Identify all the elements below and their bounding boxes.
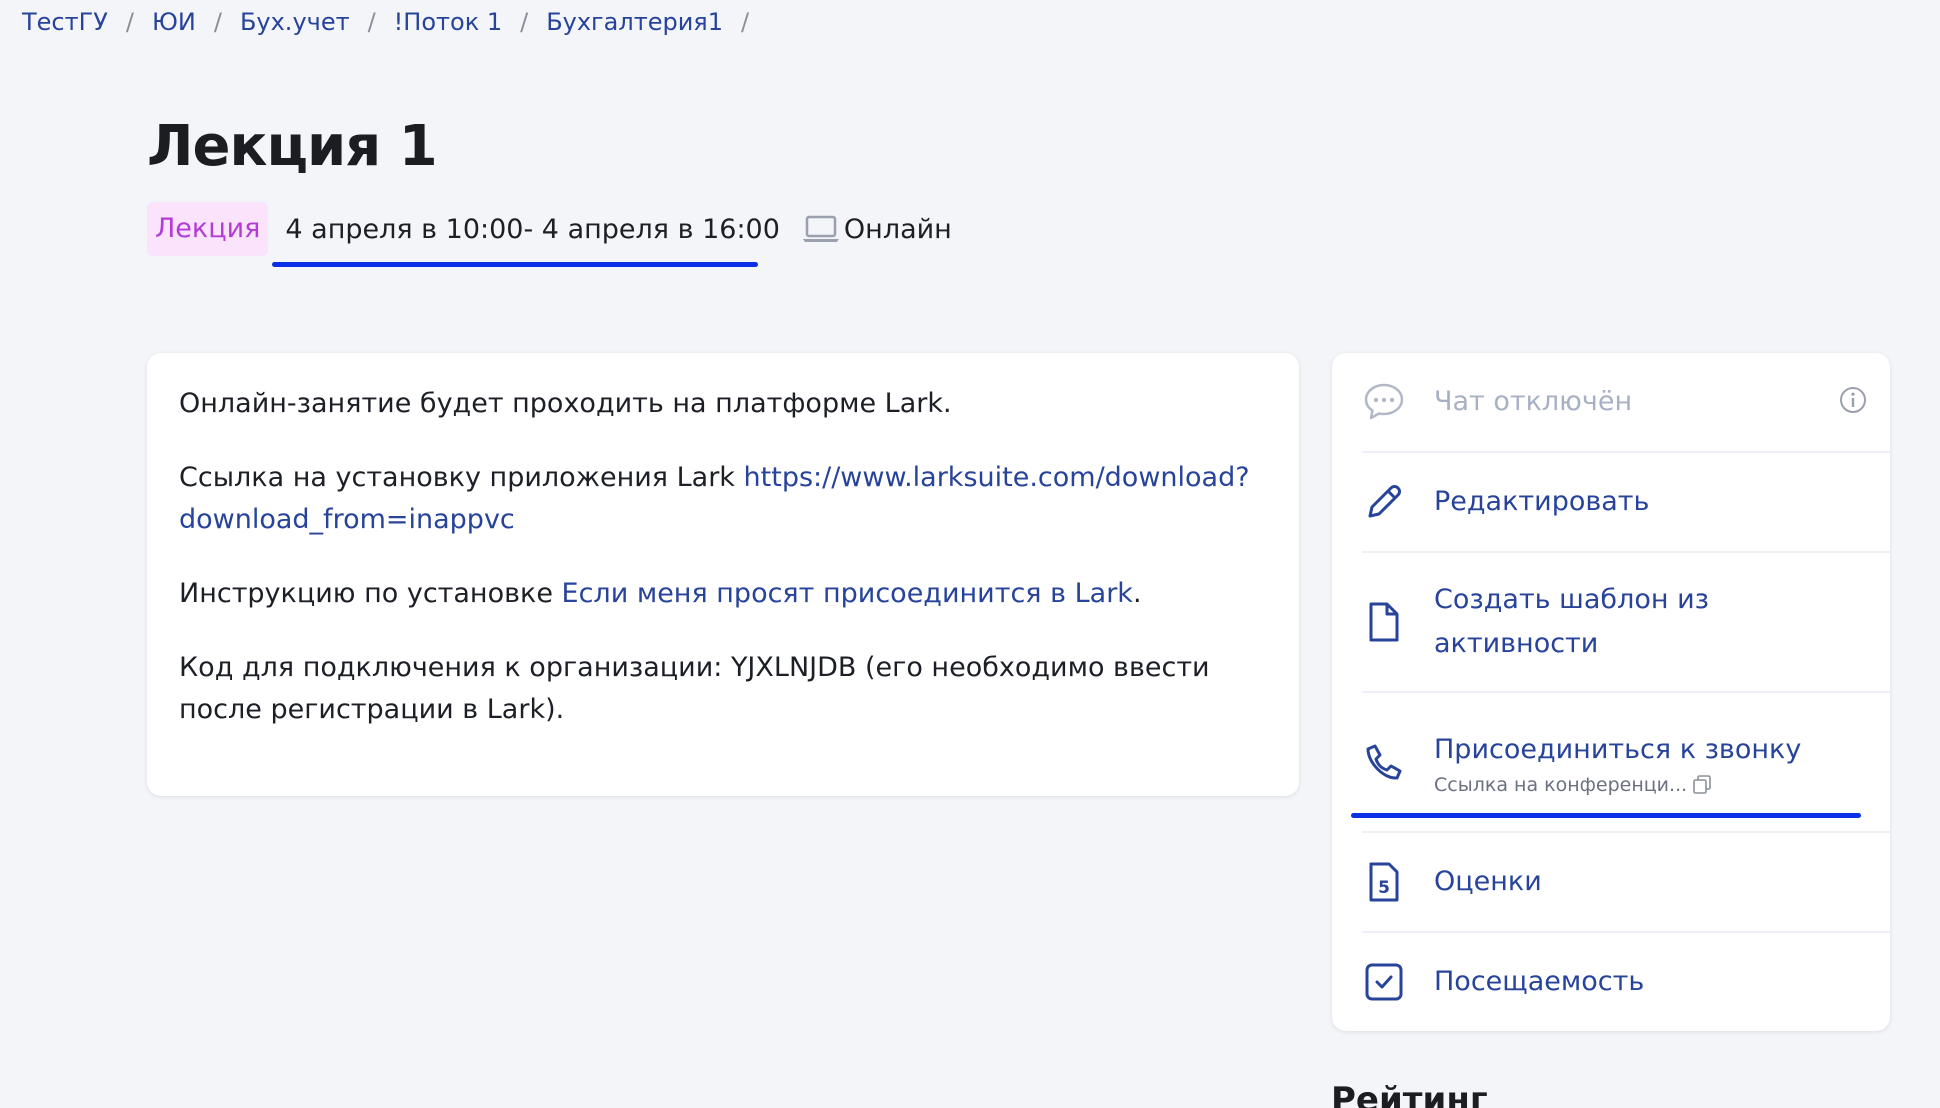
grades-button[interactable]: 5 Оценки bbox=[1362, 833, 1890, 933]
actions-panel: Чат отключён Редактировать Создать шабло… bbox=[1332, 353, 1890, 1031]
conference-link-text: Ссылка на конференци... bbox=[1434, 774, 1688, 796]
edit-button[interactable]: Редактировать bbox=[1362, 453, 1890, 553]
join-call-button[interactable]: Присоединиться к звонку Ссылка на конфер… bbox=[1362, 693, 1890, 833]
dates-annotation-underline bbox=[272, 262, 758, 267]
grade-file-icon: 5 bbox=[1362, 860, 1406, 904]
description-paragraph: Инструкцию по установке Если меня просят… bbox=[179, 573, 1267, 615]
description-text: Инструкцию по установке bbox=[179, 578, 562, 609]
description-card: Онлайн-занятие будет проходить на платфо… bbox=[147, 353, 1299, 796]
chat-disabled-item: Чат отключён bbox=[1362, 353, 1890, 453]
info-icon[interactable] bbox=[1838, 385, 1868, 419]
breadcrumb-separator: / bbox=[741, 8, 750, 36]
breadcrumb: ТестГУ / ЮИ / Бух.учет / !Поток 1 / Бухг… bbox=[22, 8, 767, 36]
create-template-label: Создать шаблон из активности bbox=[1434, 584, 1709, 659]
create-template-button[interactable]: Создать шаблон из активности bbox=[1362, 553, 1890, 693]
conference-link-preview: Ссылка на конференци... bbox=[1434, 774, 1801, 796]
attendance-label: Посещаемость bbox=[1434, 966, 1645, 997]
checkbox-icon bbox=[1362, 960, 1406, 1004]
breadcrumb-item[interactable]: ТестГУ bbox=[22, 8, 108, 36]
call-annotation-underline bbox=[1351, 813, 1861, 818]
description-paragraph: Онлайн-занятие будет проходить на платфо… bbox=[179, 388, 952, 419]
type-badge: Лекция bbox=[147, 202, 269, 256]
breadcrumb-separator: / bbox=[213, 8, 222, 36]
attendance-button[interactable]: Посещаемость bbox=[1362, 933, 1890, 1031]
event-meta: Лекция 4 апреля в 10:00- 4 апреля в 16:0… bbox=[147, 202, 952, 256]
breadcrumb-item[interactable]: !Поток 1 bbox=[394, 8, 502, 36]
copy-icon[interactable] bbox=[1691, 774, 1713, 796]
svg-text:5: 5 bbox=[1378, 878, 1390, 898]
chat-bubble-icon bbox=[1362, 380, 1406, 424]
instruction-link[interactable]: Если меня просят присоединится в Lark bbox=[562, 578, 1133, 609]
chat-status-label: Чат отключён bbox=[1434, 386, 1633, 417]
event-format: Онлайн bbox=[843, 213, 952, 245]
grades-label: Оценки bbox=[1434, 866, 1542, 897]
breadcrumb-separator: / bbox=[367, 8, 376, 36]
join-call-label: Присоединиться к звонку bbox=[1434, 734, 1802, 765]
breadcrumb-item[interactable]: ЮИ bbox=[152, 8, 196, 36]
description-text: Ссылка на установку приложения Lark bbox=[179, 462, 744, 493]
pencil-icon bbox=[1362, 480, 1406, 524]
phone-icon bbox=[1362, 740, 1406, 784]
breadcrumb-item[interactable]: Бух.учет bbox=[240, 8, 350, 36]
breadcrumb-item[interactable]: Бухгалтерия1 bbox=[546, 8, 723, 36]
laptop-icon bbox=[802, 214, 840, 244]
description-text: . bbox=[1132, 578, 1142, 609]
description-paragraph: Ссылка на установку приложения Lark http… bbox=[179, 457, 1267, 541]
edit-label: Редактировать bbox=[1434, 486, 1650, 517]
breadcrumb-separator: / bbox=[125, 8, 134, 36]
rating-heading: Рейтинг bbox=[1331, 1080, 1488, 1108]
file-icon bbox=[1362, 600, 1406, 644]
page-title: Лекция 1 bbox=[147, 114, 438, 179]
description-paragraph: Код для подключения к организации: YJXLN… bbox=[179, 652, 1210, 725]
event-dates: 4 апреля в 10:00- 4 апреля в 16:00 bbox=[285, 213, 780, 245]
breadcrumb-separator: / bbox=[520, 8, 529, 36]
